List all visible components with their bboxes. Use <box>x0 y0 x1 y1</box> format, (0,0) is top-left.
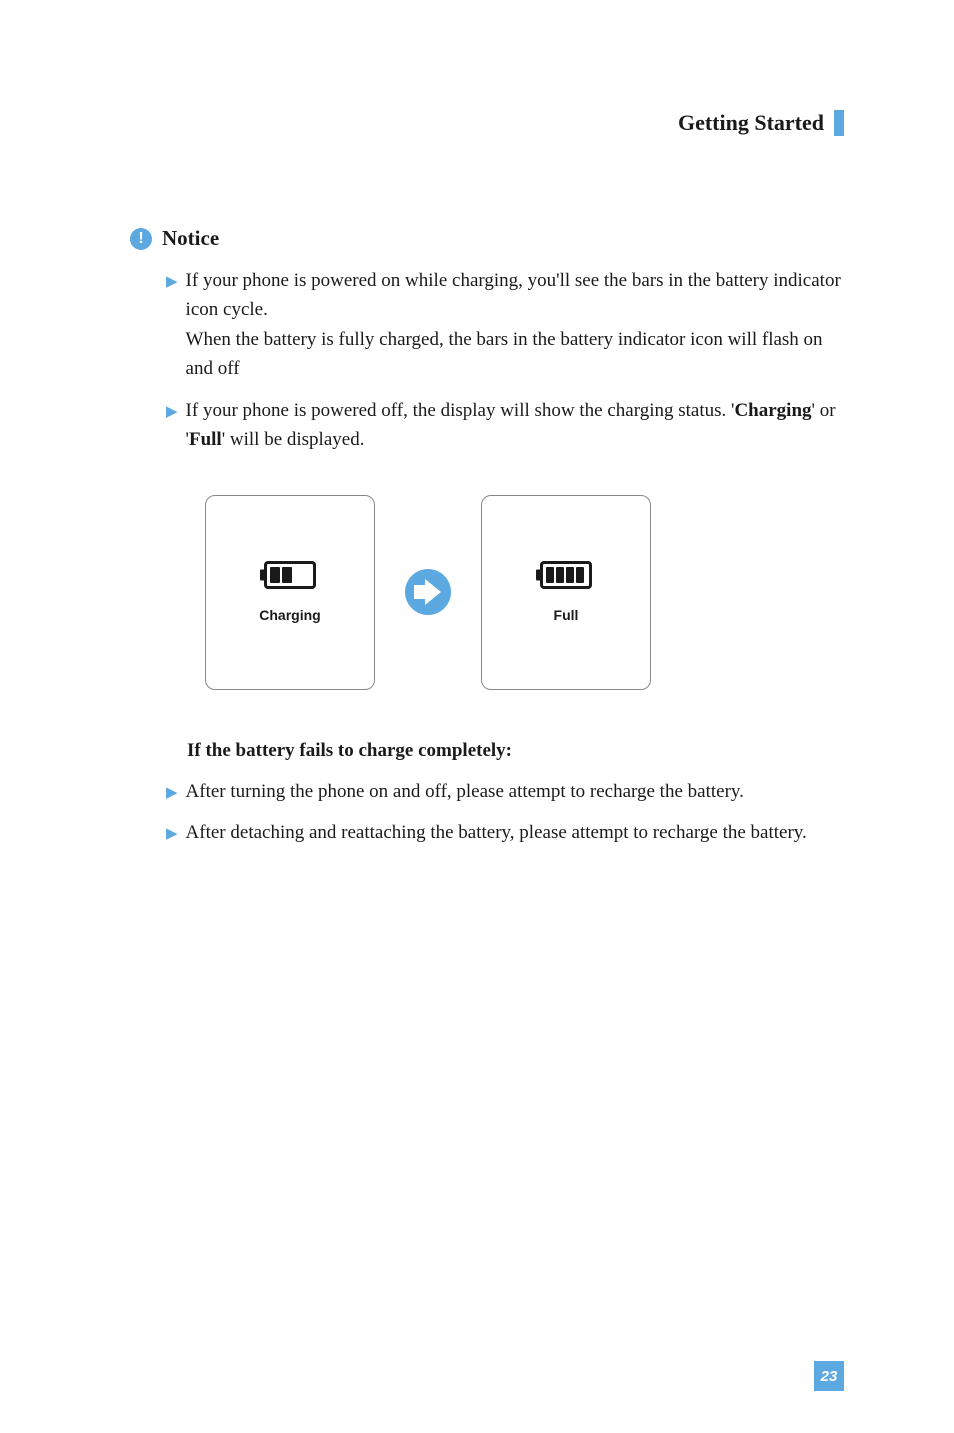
arrow-right-icon <box>405 569 451 615</box>
text-segment: If your phone is powered off, the displa… <box>186 400 735 421</box>
triangle-bullet-icon: ▶ <box>166 823 178 846</box>
header-accent-bar <box>834 110 844 136</box>
phone-screen-charging: Charging <box>205 495 375 690</box>
text-segment: ' will be displayed. <box>222 429 365 450</box>
battery-bar <box>546 567 554 583</box>
battery-bar <box>270 567 280 583</box>
battery-bar <box>566 567 574 583</box>
bullet-text: After turning the phone on and off, plea… <box>186 777 844 806</box>
page-title: Getting Started <box>678 110 824 136</box>
battery-bar <box>556 567 564 583</box>
screen-label-charging: Charging <box>259 607 320 623</box>
notice-heading-row: ! Notice <box>130 226 844 251</box>
list-item: ▶ If your phone is powered on while char… <box>166 266 844 384</box>
list-item: ▶ After detaching and reattaching the ba… <box>166 818 844 847</box>
list-item: ▶ After turning the phone on and off, pl… <box>166 777 844 806</box>
page-header: Getting Started <box>130 110 844 136</box>
bullet-line: If your phone is powered on while chargi… <box>186 270 841 320</box>
phone-screen-full: Full <box>481 495 651 690</box>
screen-label-full: Full <box>554 607 579 623</box>
battery-charging-icon <box>264 561 316 589</box>
bullet-text: If your phone is powered on while chargi… <box>186 266 844 384</box>
troubleshoot-bullet-list: ▶ After turning the phone on and off, pl… <box>166 777 844 848</box>
battery-full-icon <box>540 561 592 589</box>
bullet-text: If your phone is powered off, the displa… <box>186 396 844 455</box>
bold-text: Full <box>189 429 222 450</box>
notice-label: Notice <box>162 226 219 251</box>
page-number-badge: 23 <box>814 1361 844 1391</box>
bold-text: Charging <box>734 400 811 421</box>
battery-bar <box>282 567 292 583</box>
list-item: ▶ If your phone is powered off, the disp… <box>166 396 844 455</box>
notice-bullet-list: ▶ If your phone is powered on while char… <box>166 266 844 455</box>
triangle-bullet-icon: ▶ <box>166 401 178 424</box>
bullet-text: After detaching and reattaching the batt… <box>186 818 844 847</box>
triangle-bullet-icon: ▶ <box>166 271 178 294</box>
bullet-subline: When the battery is fully charged, the b… <box>186 325 844 384</box>
troubleshoot-heading: If the battery fails to charge completel… <box>187 740 844 762</box>
triangle-bullet-icon: ▶ <box>166 782 178 805</box>
charging-diagram: Charging Full <box>205 495 844 690</box>
notice-exclamation-icon: ! <box>130 228 152 250</box>
battery-bar <box>576 567 584 583</box>
